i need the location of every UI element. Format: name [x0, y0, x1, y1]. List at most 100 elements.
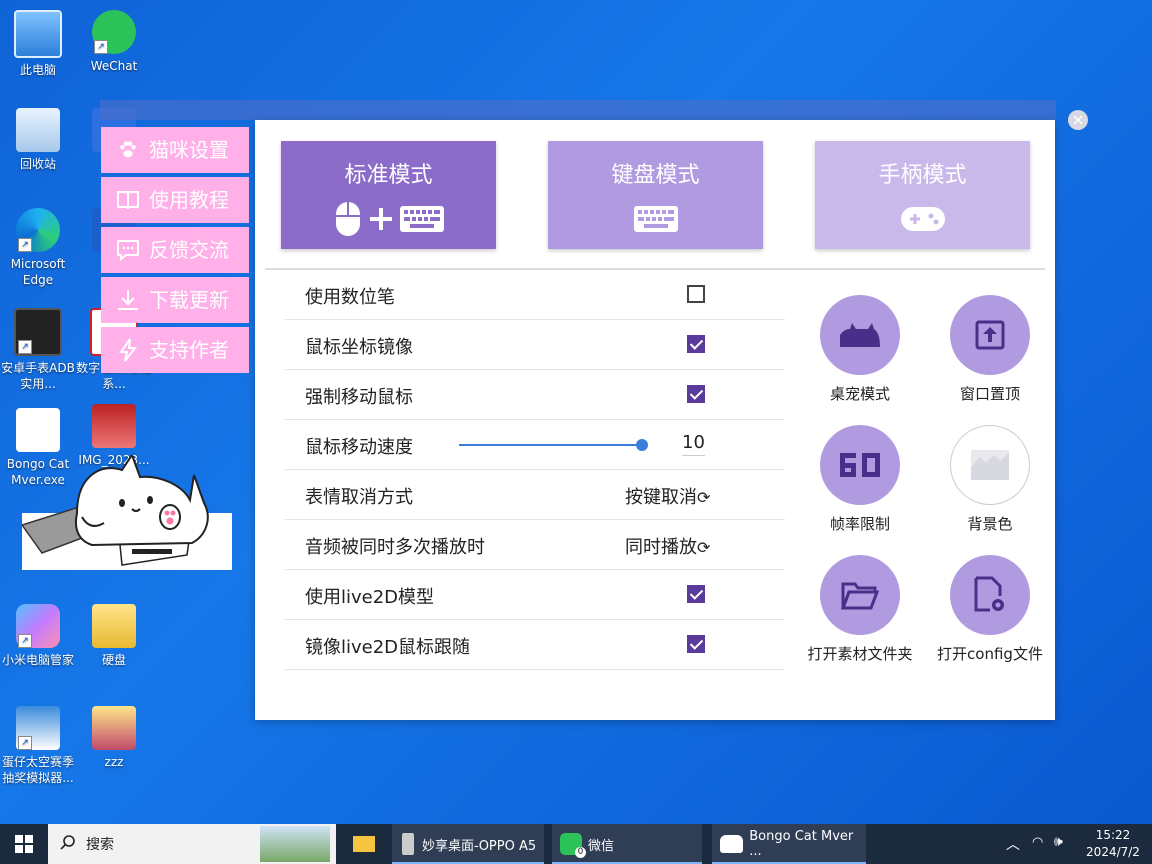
setting-label: 音频被同时多次播放时	[305, 537, 485, 558]
side-menu-label: 反馈交流	[149, 238, 229, 262]
terminal-icon: ↗	[14, 308, 62, 356]
setting-row-speed: 鼠标移动速度 10	[285, 420, 785, 470]
keyboard-icon	[548, 199, 763, 239]
mode-gamepad-button[interactable]: 手柄模式	[815, 141, 1030, 249]
desktop-icon-xiaomi[interactable]: ↗ 小米电脑管家	[0, 604, 76, 668]
taskbar-app-wechat[interactable]: 0 微信	[552, 824, 702, 864]
fps-60-icon	[820, 425, 900, 505]
close-button[interactable]: ×	[1068, 110, 1088, 130]
shortcut-arrow-icon: ↗	[94, 40, 108, 54]
mode-standard-button[interactable]: 标准模式	[281, 141, 496, 249]
audio-mode-toggle[interactable]: 同时播放⟳	[625, 533, 710, 559]
speaker-icon[interactable]: 🕪	[1054, 834, 1063, 850]
speed-slider-handle[interactable]	[636, 439, 648, 451]
system-tray: ︿ ◠ 🕪 15:22 2024/7/2	[1002, 824, 1152, 864]
side-menu-download-update[interactable]: 下载更新	[101, 277, 249, 323]
cycle-icon: ⟳	[697, 488, 711, 507]
desktop-icon-recycle-bin[interactable]: 回收站	[0, 108, 76, 172]
taskbar-app-label: Bongo Cat Mver ...	[749, 829, 854, 859]
tool-label: 打开config文件	[937, 645, 1043, 663]
clock[interactable]: 15:22 2024/7/2	[1082, 827, 1144, 861]
tool-window-on-top[interactable]: 窗口置顶	[930, 295, 1050, 404]
side-menu-label: 支持作者	[149, 338, 229, 362]
taskbar-search-box[interactable]: 搜索	[48, 824, 336, 864]
phone-icon	[402, 833, 414, 855]
setting-row-live2d-mirror: 镜像live2D鼠标跟随	[285, 620, 785, 670]
tool-open-config-file[interactable]: 打开config文件	[930, 555, 1050, 664]
side-menu-label: 使用教程	[149, 188, 229, 212]
network-icon[interactable]: ◠	[1032, 835, 1043, 850]
desktop-icon-label: 小米电脑管家	[1, 653, 74, 667]
background-image-icon	[950, 425, 1030, 505]
shortcut-arrow-icon: ↗	[18, 736, 32, 750]
live2d-mirror-checkbox[interactable]	[687, 635, 705, 653]
wechat-icon: 0	[560, 833, 586, 858]
desktop-icon-wechat[interactable]: ↗ WeChat	[76, 10, 152, 74]
taskbar-app-oppo[interactable]: 妙享桌面-OPPO A5	[392, 824, 544, 864]
chat-icon	[115, 237, 141, 263]
side-menu-tutorial[interactable]: 使用教程	[101, 177, 249, 223]
desktop-icon-zzz[interactable]: zzz	[76, 706, 152, 770]
side-menu-support-author[interactable]: 支持作者	[101, 327, 249, 373]
desktop-icon-this-pc[interactable]: 此电脑	[0, 10, 76, 78]
taskbar: 搜索 妙享桌面-OPPO A5 0 微信 Bongo Cat Mver ... …	[0, 824, 1152, 864]
tool-label: 桌宠模式	[829, 385, 890, 403]
tool-desktop-pet-mode[interactable]: 桌宠模式	[800, 295, 920, 404]
tool-label: 打开素材文件夹	[807, 645, 913, 663]
setting-row-audio: 音频被同时多次播放时 同时播放⟳	[285, 520, 785, 570]
folder-icon	[92, 604, 136, 648]
tool-background-color[interactable]: 背景色	[930, 425, 1050, 534]
mirror-checkbox[interactable]	[687, 335, 705, 353]
app-window-icon: ↗	[16, 706, 60, 750]
bongo-cat-icon	[720, 835, 744, 853]
chevron-up-icon[interactable]: ︿	[1006, 834, 1020, 854]
book-icon	[115, 187, 141, 213]
cat-silhouette-icon	[820, 295, 900, 375]
speed-slider-track[interactable]	[459, 444, 641, 446]
image-thumbnail-icon	[92, 404, 136, 448]
window-title-strip	[100, 100, 1056, 120]
recycle-bin-icon	[16, 108, 60, 152]
mode-label: 键盘模式	[611, 163, 700, 188]
tool-frame-rate-limit[interactable]: 帧率限制	[800, 425, 920, 534]
clock-date: 2024/7/2	[1086, 845, 1140, 859]
desktop-icon-danzai[interactable]: ↗ 蛋仔太空赛季抽奖模拟器...	[0, 706, 76, 786]
desktop-icon-label: zzz	[104, 755, 124, 769]
emote-cancel-toggle[interactable]: 按键取消⟳	[625, 483, 710, 509]
start-button[interactable]	[0, 824, 48, 864]
desktop-icon-adb[interactable]: ↗ 安卓手表ADB实用...	[0, 308, 76, 392]
shortcut-arrow-icon: ↗	[18, 340, 32, 354]
desktop-icon-disk[interactable]: 硬盘	[76, 604, 152, 668]
setting-row-emote-cancel: 表情取消方式 按键取消⟳	[285, 470, 785, 520]
taskbar-app-bongo-cat[interactable]: Bongo Cat Mver ...	[712, 824, 866, 864]
setting-row-force-move: 强制移动鼠标	[285, 370, 785, 420]
taskbar-file-explorer[interactable]	[346, 824, 382, 864]
shortcut-arrow-icon: ↗	[18, 238, 32, 252]
desktop-icon-edge[interactable]: ↗ Microsoft Edge	[0, 208, 76, 288]
setting-label: 使用数位笔	[305, 287, 395, 308]
desktop-icon-label: Microsoft Edge	[10, 257, 66, 287]
desktop-icon-label: WeChat	[90, 59, 138, 73]
xiaomi-pc-manager-icon: ↗	[16, 604, 60, 648]
speed-value-input[interactable]: 10	[682, 432, 705, 456]
side-menu-feedback[interactable]: 反馈交流	[101, 227, 249, 273]
edge-icon: ↗	[16, 208, 60, 252]
side-menu-label: 下载更新	[149, 288, 229, 312]
windows-logo-icon	[15, 835, 33, 853]
paw-icon	[115, 137, 141, 163]
taskbar-app-label: 微信	[588, 838, 615, 854]
desktop-icon-label: 此电脑	[19, 63, 56, 77]
live2d-checkbox[interactable]	[687, 585, 705, 603]
shortcut-arrow-icon: ↗	[18, 634, 32, 648]
pen-checkbox[interactable]	[687, 285, 705, 303]
setting-label: 使用live2D模型	[305, 587, 435, 608]
mode-keyboard-button[interactable]: 键盘模式	[548, 141, 763, 249]
force-move-checkbox[interactable]	[687, 385, 705, 403]
tool-label: 背景色	[967, 515, 1013, 533]
tool-open-assets-folder[interactable]: 打开素材文件夹	[800, 555, 920, 664]
bongo-cat-illustration	[20, 452, 232, 570]
side-menu-label: 猫咪设置	[149, 138, 229, 162]
side-menu-cat-settings[interactable]: 猫咪设置	[101, 127, 249, 173]
mode-label: 标准模式	[344, 163, 433, 188]
bongo-cat-pet[interactable]	[20, 452, 232, 570]
